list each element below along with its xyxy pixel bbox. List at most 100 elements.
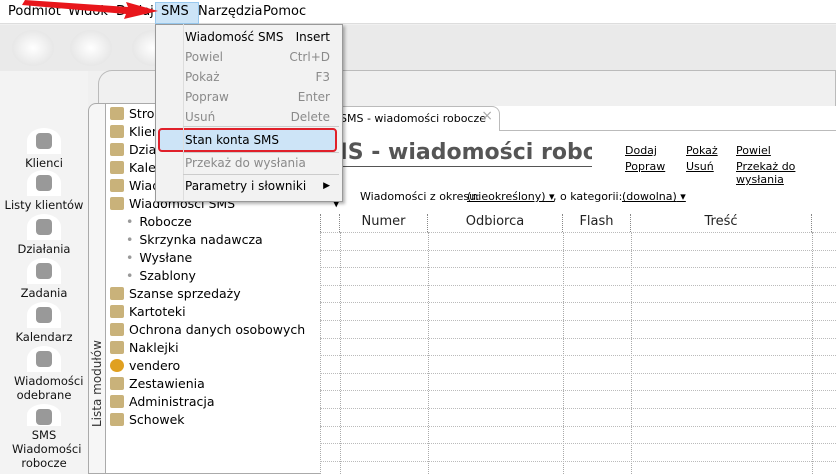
period-dropdown[interactable]: (nieokreślony) ▾ <box>467 190 555 203</box>
period-label: Wiadomości z okresu: <box>360 190 480 203</box>
nav-dzialania[interactable]: Działania <box>0 214 88 256</box>
menu-pomoc[interactable]: Pomoc <box>263 4 306 19</box>
back-button[interactable] <box>12 30 54 66</box>
menu-sms[interactable]: SMS <box>161 4 189 19</box>
col-odbiorca[interactable]: Odbiorca <box>428 214 563 232</box>
tree-item[interactable]: Szanse sprzedaży <box>110 286 241 301</box>
inbox-icon <box>27 346 61 372</box>
tree-item[interactable]: Naklejki <box>110 340 179 355</box>
vendero-icon <box>110 359 124 372</box>
table-row[interactable] <box>320 390 836 392</box>
module-icon <box>110 305 124 318</box>
module-icon <box>110 161 124 174</box>
menu-item-parametry[interactable]: Parametry i słowniki ▶ <box>185 179 330 193</box>
table-row[interactable] <box>320 302 836 304</box>
red-arrow-annotation <box>22 0 158 19</box>
nav-wiadomosci-odebrane[interactable]: Wiadomości odebrane <box>0 346 88 402</box>
link-pokaz[interactable]: Pokaż <box>686 144 718 157</box>
module-icon <box>110 125 124 138</box>
nav-zadania[interactable]: Zadania <box>0 258 88 300</box>
nav-kalendarz[interactable]: Kalendarz <box>0 302 88 344</box>
menu-item-pokaz[interactable]: Pokaż F3 <box>185 70 330 84</box>
col-selector <box>320 214 340 232</box>
menu-item-przekaz[interactable]: Przekaż do wysłania <box>185 156 330 170</box>
module-icon <box>110 341 124 354</box>
grid-column-line <box>320 232 321 474</box>
link-przekaz[interactable]: Przekaż do wysłania <box>736 160 836 186</box>
module-icon <box>110 287 124 300</box>
table-row[interactable] <box>320 284 836 286</box>
client-list-icon <box>27 170 61 196</box>
sms-icon <box>27 404 61 426</box>
forward-button[interactable] <box>70 30 112 66</box>
menu-separator <box>183 152 339 153</box>
tree-sub-robocze[interactable]: Robocze <box>126 214 191 229</box>
tree-item[interactable]: Dział <box>110 142 160 157</box>
tree-sub-wyslane[interactable]: Wysłane <box>126 250 192 265</box>
tree-item[interactable]: Ochrona danych osobowych <box>110 322 305 337</box>
menu-item-stan-konta-sms[interactable]: Stan konta SMS <box>185 133 330 147</box>
folder-icon <box>110 413 124 426</box>
tree-item[interactable]: Klien <box>110 124 160 139</box>
tree-item[interactable]: Wiad <box>110 178 160 193</box>
table-row[interactable] <box>320 232 836 233</box>
link-usun[interactable]: Usuń <box>686 160 714 173</box>
module-icon <box>110 179 124 192</box>
grid-column-line <box>563 232 564 474</box>
tree-item[interactable]: Kartoteki <box>110 304 186 319</box>
menu-narzedzia[interactable]: Narzędzia <box>198 4 263 19</box>
nav-klienci[interactable]: Klienci <box>0 128 88 170</box>
module-icon <box>110 395 124 408</box>
toolbar <box>0 25 836 71</box>
table-row[interactable] <box>320 372 836 374</box>
category-dropdown[interactable]: (dowolna) ▾ <box>622 190 686 203</box>
menu-item-powiel[interactable]: Powiel Ctrl+D <box>185 50 330 64</box>
table-row[interactable] <box>320 425 836 427</box>
tree-item[interactable]: Zestawienia <box>110 376 205 391</box>
sms-icon <box>110 197 124 210</box>
link-powiel[interactable]: Powiel <box>736 144 771 157</box>
actions-icon <box>27 214 61 240</box>
tree-item[interactable]: vendero <box>110 358 180 373</box>
link-popraw[interactable]: Popraw <box>625 160 665 173</box>
table-row[interactable] <box>320 320 836 321</box>
category-label: , o kategorii: <box>553 190 623 203</box>
module-icon <box>110 107 124 120</box>
tree-item[interactable]: Administracja <box>110 394 215 409</box>
tree-sub-skrzynka[interactable]: Skrzynka nadawcza <box>126 232 262 247</box>
clients-icon <box>27 128 61 154</box>
module-icon <box>110 377 124 390</box>
table-row[interactable] <box>320 460 836 462</box>
tree-item[interactable]: Schowek <box>110 412 185 427</box>
grid-column-line <box>340 232 341 474</box>
col-numer[interactable]: Numer <box>340 214 428 232</box>
close-icon[interactable]: × <box>481 108 493 124</box>
shield-icon <box>110 323 124 336</box>
nav-listy-klientow[interactable]: Listy klientów <box>0 170 88 212</box>
grid-column-line <box>428 232 429 474</box>
module-icon <box>110 143 124 156</box>
menu-item-usun[interactable]: Usuń Delete <box>185 110 330 124</box>
table-row[interactable] <box>320 267 836 269</box>
menu-item-popraw[interactable]: Popraw Enter <box>185 90 330 104</box>
link-dodaj[interactable]: Dodaj <box>625 144 657 157</box>
tasks-icon <box>27 258 61 284</box>
divider <box>500 130 836 131</box>
menu-separator <box>183 174 339 175</box>
table-row[interactable] <box>320 355 836 357</box>
tree-sub-szablony[interactable]: Szablony <box>126 268 196 283</box>
grid-column-line <box>631 232 632 474</box>
table-row[interactable] <box>320 443 836 445</box>
col-tresc[interactable]: Treść <box>631 214 812 232</box>
page-title[interactable]: SMS - wiadomości robocze▾ <box>320 140 592 167</box>
tab-sms-robocze[interactable]: SMS - wiadomości robocze × <box>335 106 500 131</box>
menu-separator <box>183 126 339 127</box>
menu-item-wiadomosc-sms[interactable]: Wiadomość SMS Insert <box>185 30 330 44</box>
nav-sms-robocze[interactable]: SMS Wiadomości robocze <box>0 404 88 470</box>
table-row[interactable] <box>320 249 836 251</box>
col-flash[interactable]: Flash <box>563 214 631 232</box>
table-row[interactable] <box>320 337 836 339</box>
grid-column-line <box>812 232 813 474</box>
table-row[interactable] <box>320 408 836 409</box>
calendar-icon <box>27 302 61 328</box>
